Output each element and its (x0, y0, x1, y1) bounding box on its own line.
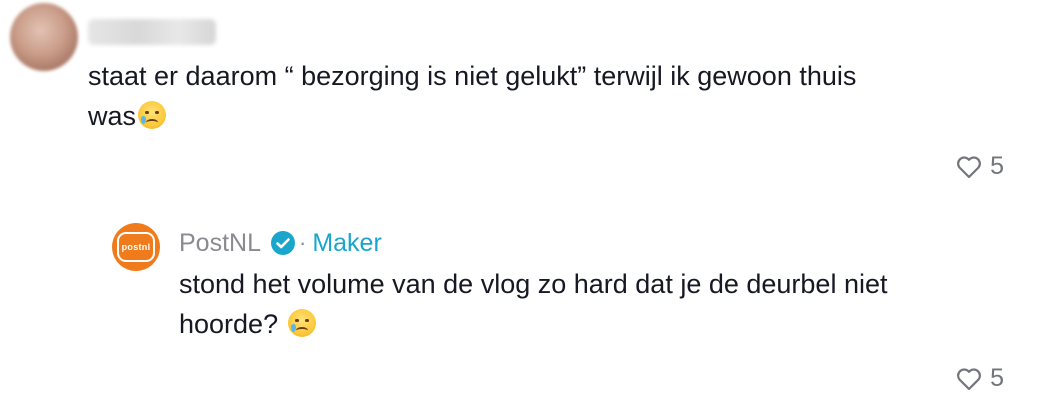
separator-dot: · (298, 230, 307, 255)
commenter-avatar[interactable] (10, 3, 78, 71)
comment-like-count: 5 (990, 152, 1004, 180)
comment-text: staat er daarom “ bezorging is niet gelu… (88, 56, 888, 136)
reply-author-name[interactable]: PostNL (179, 229, 261, 258)
reply-like-count: 5 (990, 364, 1004, 392)
postnl-logo-icon: postnl (117, 232, 155, 262)
commenter-name-redacted[interactable] (88, 19, 216, 45)
reply-text: stond het volume van de vlog zo hard dat… (179, 264, 959, 344)
verified-badge-icon (270, 231, 295, 255)
reply-like-button[interactable]: 5 (956, 364, 1004, 393)
comment-like-button[interactable]: 5 (956, 152, 1004, 181)
heart-outline-icon (957, 367, 982, 390)
postnl-avatar[interactable]: postnl (112, 223, 160, 271)
crying-smile-emoji-icon (287, 309, 316, 337)
comment-body: staat er daarom “ bezorging is niet gelu… (88, 61, 857, 131)
reply-body: stond het volume van de vlog zo hard dat… (179, 269, 888, 339)
crying-smile-emoji-icon (138, 101, 167, 129)
reply-header: PostNL · Maker (179, 226, 382, 260)
heart-outline-icon (957, 155, 982, 178)
creator-badge: Maker (312, 228, 382, 257)
